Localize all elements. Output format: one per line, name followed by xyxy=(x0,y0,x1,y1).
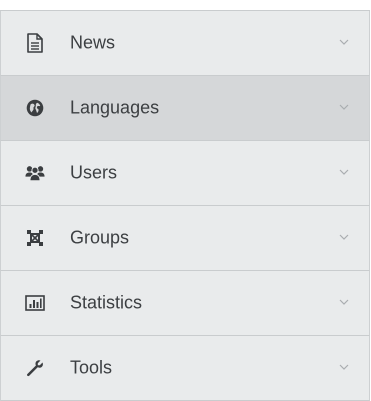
menu-item-label: Users xyxy=(70,162,118,183)
menu-item-tools[interactable]: Tools xyxy=(0,336,370,401)
menu-item-languages[interactable]: Languages xyxy=(0,76,370,141)
menu-item-label: Languages xyxy=(70,97,160,118)
chevron-down-icon[interactable] xyxy=(339,362,349,372)
document-icon xyxy=(25,33,45,53)
menu-item-label: Groups xyxy=(70,227,130,248)
chevron-down-icon[interactable] xyxy=(339,167,349,177)
chevron-down-icon[interactable] xyxy=(339,297,349,307)
menu-item-groups[interactable]: Groups xyxy=(0,206,370,271)
menu-item-label: Tools xyxy=(70,357,113,378)
menu-item-statistics[interactable]: Statistics xyxy=(0,271,370,336)
globe-icon xyxy=(25,98,45,118)
sidebar-menu: News Languages Users Groups Statistics T… xyxy=(0,10,370,401)
chevron-down-icon[interactable] xyxy=(339,232,349,242)
wrench-icon xyxy=(25,358,45,378)
groups-icon xyxy=(25,228,45,248)
menu-item-news[interactable]: News xyxy=(0,11,370,76)
chevron-down-icon[interactable] xyxy=(339,102,349,112)
menu-item-label: Statistics xyxy=(70,292,143,313)
menu-item-users[interactable]: Users xyxy=(0,141,370,206)
chevron-down-icon[interactable] xyxy=(339,37,349,47)
menu-item-label: News xyxy=(70,32,116,53)
bar-chart-icon xyxy=(25,293,45,313)
users-icon xyxy=(25,163,45,183)
